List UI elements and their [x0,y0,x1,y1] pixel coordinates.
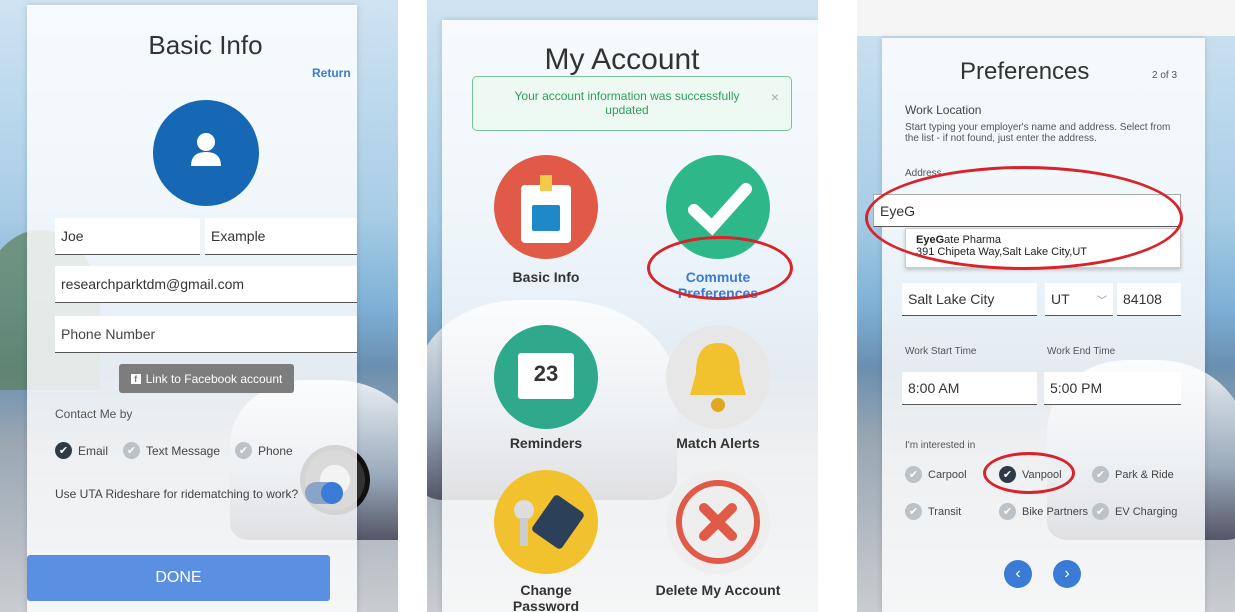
city-field[interactable]: Salt Lake City [902,283,1037,316]
basic-info-tile[interactable]: Basic Info [491,155,601,285]
checkmark-icon: ✔ [55,442,72,459]
option-label: Phone [258,443,293,458]
tile-label: Match Alerts [676,435,760,451]
start-time-label: Work Start Time [905,346,977,357]
end-time-field[interactable]: 5:00 PM [1044,372,1181,405]
done-button[interactable]: DONE [27,555,330,601]
key-tag-glyph [514,495,584,549]
basic-info-screen: Basic Info Return Joe Example researchpa… [0,0,398,612]
first-name-field[interactable]: Joe [55,218,200,255]
user-icon [191,133,221,166]
option-label: Transit [928,505,962,518]
success-alert: Your account information was successfull… [472,76,792,131]
facebook-icon: f [130,373,141,384]
checkmark-icon: ✔ [235,442,252,459]
preferences-screen: Preferences 2 of 3 Work Location Start t… [857,0,1235,612]
chevron-left-icon: ‹ [1015,565,1021,582]
tile-label: Reminders [509,435,583,451]
tile-label: Delete My Account [655,582,781,598]
rideshare-label: Use UTA Rideshare for ridematching to wo… [55,487,299,501]
option-label: Bike Partners [1022,505,1089,518]
state-select[interactable]: UT ﹀ [1045,283,1113,316]
next-button[interactable]: › [1053,560,1081,588]
chevron-right-icon: › [1064,565,1070,582]
end-time-label: Work End Time [1047,346,1116,357]
checkmark-icon: ✔ [905,503,922,520]
contact-phone-option[interactable]: ✔ Phone [235,442,293,459]
tile-label: Basic Info [512,269,580,285]
option-label: Carpool [928,468,967,481]
tile-label: Change Password [512,582,580,612]
facebook-button-label: Link to Facebook account [145,371,283,386]
alert-message: Your account information was successfull… [514,89,740,117]
delete-account-tile[interactable]: Delete My Account [656,470,780,598]
reminders-tile[interactable]: 23 Reminders [491,325,601,451]
highlight-circle [647,236,793,300]
checkmark-icon: ✔ [123,442,140,459]
interested-label: I'm interested in [905,440,976,451]
phone-field[interactable]: Phone Number [55,316,357,353]
checkmark-icon: ✔ [1092,466,1109,483]
page-title: Preferences [960,58,1090,85]
basic-info-card [27,5,357,612]
bell-glyph [690,343,746,412]
contact-email-option[interactable]: ✔ Email [55,442,108,459]
checkmark-icon: ✔ [905,466,922,483]
contact-label: Contact Me by [55,407,133,421]
avatar[interactable] [153,100,259,206]
bike-partners-option[interactable]: ✔ Bike Partners [999,503,1088,520]
x-ring [676,480,760,564]
prev-button[interactable]: ‹ [1004,560,1032,588]
highlight-circle [865,166,1183,270]
rideshare-toggle[interactable] [305,482,343,504]
state-value: UT [1051,291,1070,307]
transit-option[interactable]: ✔ Transit [905,503,961,520]
start-time-field[interactable]: 8:00 AM [902,372,1037,405]
change-password-tile[interactable]: Change Password [491,470,601,612]
option-label: Text Message [146,443,221,458]
badge-clip [540,175,552,191]
option-label: EV Charging [1115,505,1178,518]
contact-text-option[interactable]: ✔ Text Message [123,442,220,459]
park-ride-option[interactable]: ✔ Park & Ride [1092,466,1174,483]
carpool-option[interactable]: ✔ Carpool [905,466,967,483]
calendar-icon: 23 [494,325,598,429]
toggle-knob [321,482,343,504]
page-title: Basic Info [148,30,263,60]
top-bar [857,0,1235,36]
work-location-label: Work Location [905,103,982,117]
highlight-circle [983,452,1075,494]
checkmark-icon: ✔ [999,503,1016,520]
badge-photo [532,205,560,231]
checkmark-icon: ✔ [1092,503,1109,520]
option-label: Email [78,443,109,458]
option-label: Park & Ride [1115,468,1174,481]
badge-icon [494,155,598,259]
chevron-down-icon: ﹀ [1097,295,1107,307]
facebook-link-button[interactable]: f Link to Facebook account [119,364,294,393]
return-link[interactable]: Return [312,66,351,80]
step-indicator: 2 of 3 [1152,70,1178,81]
close-icon[interactable]: × [771,89,779,105]
ev-charging-option[interactable]: ✔ EV Charging [1092,503,1177,520]
my-account-screen: My Account Your account information was … [427,0,818,612]
instructions-text: Start typing your employer's name and ad… [905,122,1171,144]
last-name-field[interactable]: Example [205,218,357,255]
calendar-day: 23 [533,361,559,386]
x-icon [666,470,770,574]
page-title: My Account [544,43,700,76]
match-alerts-tile[interactable]: Match Alerts [663,325,773,451]
bell-icon [666,325,770,429]
key-tag-icon [494,470,598,574]
email-field[interactable]: researchparktdm@gmail.com [55,266,357,303]
zip-field[interactable]: 84108 [1117,283,1181,316]
